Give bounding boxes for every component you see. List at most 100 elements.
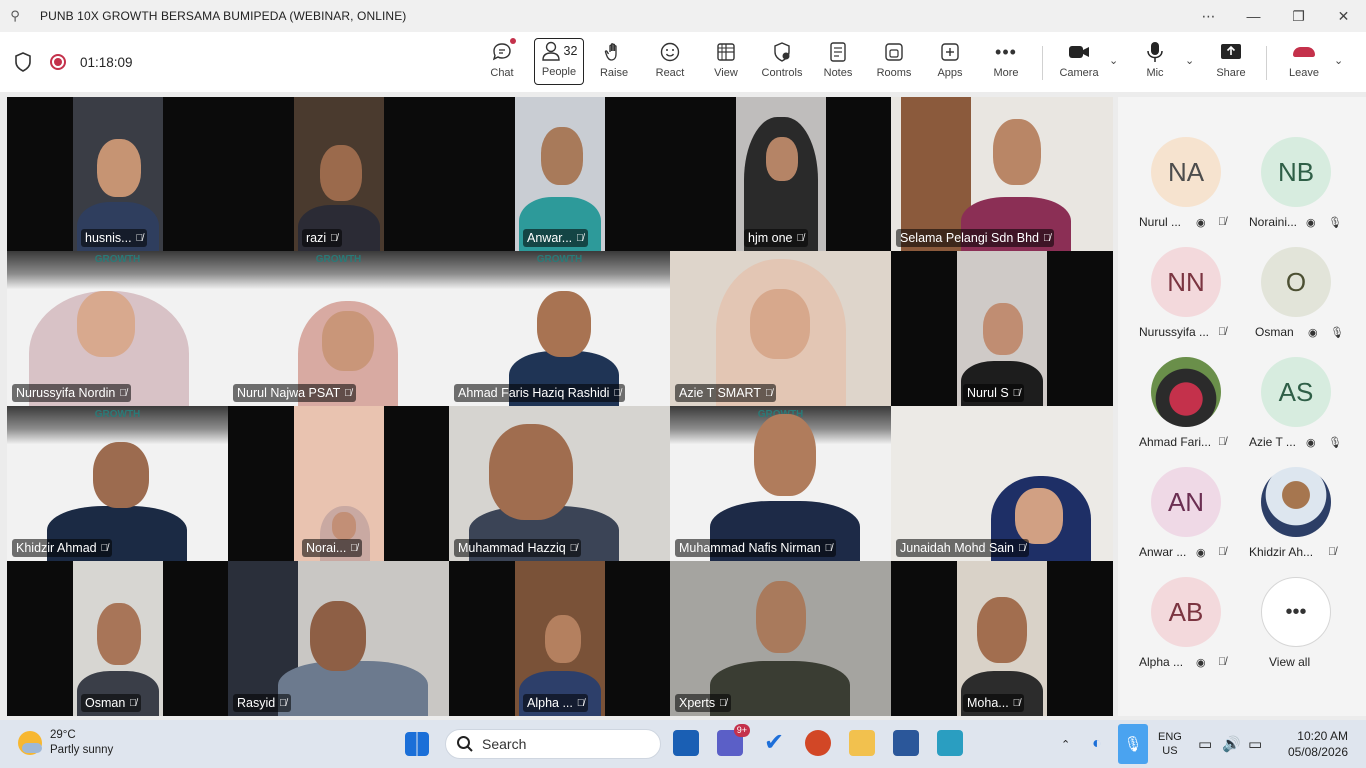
word-icon[interactable] — [893, 730, 919, 756]
video-tile[interactable]: Muhammad Hazziq 🎙̸ — [449, 406, 670, 561]
minimize-button[interactable]: — — [1231, 0, 1276, 32]
people-button[interactable]: 32 People — [534, 38, 584, 85]
notification-badge: 9+ — [733, 724, 750, 737]
share-button[interactable]: Share — [1206, 40, 1256, 86]
participant-name: Muhammad Hazziq — [458, 541, 566, 555]
view-all-button[interactable]: ••• View all — [1228, 577, 1338, 677]
video-tile[interactable]: Anwar... 🎙̸ — [449, 97, 670, 251]
video-tile[interactable]: Osman 🎙̸ — [7, 561, 228, 716]
video-tile[interactable]: Norai... 🎙̸ — [228, 406, 449, 561]
video-tile[interactable]: GROWTH Khidzir Ahmad 🎙̸ — [7, 406, 228, 561]
rooms-button[interactable]: Rooms — [869, 40, 919, 86]
todo-icon[interactable]: ✔ — [761, 730, 787, 756]
video-tile[interactable]: GROWTH Ahmad Faris Haziq Rashidi 🎙̸ — [449, 251, 670, 406]
maximize-button[interactable]: ❐ — [1276, 0, 1321, 32]
meeting-timer: 01:18:09 — [80, 54, 133, 70]
mic-off-icon: 🎙̸ — [1012, 697, 1021, 709]
participant-name: Nurul S — [967, 386, 1009, 400]
system-clock[interactable]: 10:20 AM 05/08/2026 — [1288, 728, 1348, 760]
video-tile[interactable]: razi 🎙̸ — [228, 97, 449, 251]
video-tile[interactable]: Xperts 🎙̸ — [670, 561, 891, 716]
participant-card[interactable]: Khidzir Ah... 🎙̸ — [1228, 467, 1338, 567]
more-button[interactable]: ••• More — [981, 40, 1031, 86]
show-hidden-icons[interactable]: ⌃ — [1061, 720, 1070, 768]
close-button[interactable]: ✕ — [1321, 0, 1366, 32]
chat-button[interactable]: Chat — [477, 38, 527, 86]
network-icon[interactable]: ▭ — [1198, 720, 1212, 768]
video-tile[interactable]: Junaidah Mohd Sain 🎙̸ — [891, 406, 1113, 561]
react-button[interactable]: React — [645, 40, 695, 86]
controls-button[interactable]: Controls — [757, 40, 807, 86]
video-tile[interactable]: GROWTH Muhammad Nafis Nirman🎙̸ — [670, 406, 891, 561]
outlook-icon[interactable] — [673, 730, 699, 756]
mic-icon: 🎙 — [1328, 217, 1342, 229]
video-tile[interactable]: Azie T SMART 🎙̸ — [670, 251, 891, 406]
rooms-icon — [884, 40, 904, 64]
view-button[interactable]: View — [701, 40, 751, 86]
video-tile[interactable]: Selama Pelangi Sdn Bhd 🎙̸ — [891, 97, 1113, 251]
participant-name: Rasyid — [237, 696, 276, 710]
mic-off-icon: 🎙̸ — [279, 697, 287, 709]
participant-card[interactable]: AS Azie T ... ◉ 🎙 — [1228, 357, 1342, 457]
camera-icon — [1067, 40, 1091, 64]
teams-icon[interactable]: 9+ — [717, 724, 750, 756]
people-icon — [541, 41, 560, 61]
taskbar-search[interactable]: Search — [445, 729, 661, 759]
mic-off-icon: 🎙̸ — [1218, 546, 1227, 558]
mic-off-icon: 🎙̸ — [1328, 546, 1337, 558]
mic-icon: 🎙 — [1330, 327, 1344, 339]
apps-button[interactable]: Apps — [925, 40, 975, 86]
video-tile[interactable]: GROWTH Nurussyifa Nordin 🎙̸ — [7, 251, 228, 406]
video-tile[interactable]: Nurul S 🎙̸ — [891, 251, 1113, 406]
share-icon — [1220, 40, 1242, 64]
participant-card[interactable]: NB Noraini... ◉ 🎙 — [1228, 137, 1342, 237]
participant-card[interactable]: NN Nurussyifa ... 🎙̸ — [1118, 247, 1228, 347]
participant-card[interactable]: AB Alpha ... ◉ 🎙̸ — [1118, 577, 1228, 677]
participant-name: Moha... — [967, 696, 1009, 710]
camera-off-icon: ◉ — [1306, 217, 1316, 229]
edge-icon[interactable]: ◐ — [1092, 720, 1102, 768]
participant-name: Muhammad Nafis Nirman — [679, 541, 821, 555]
mic-off-icon: 🎙̸ — [330, 232, 338, 244]
camera-options-chevron[interactable]: ⌄ — [1109, 54, 1118, 67]
more-options-icon[interactable]: ⋯ — [1186, 0, 1231, 32]
video-tile[interactable]: hjm one 🎙̸ — [670, 97, 891, 251]
mic-in-use-icon[interactable]: 🎙 — [1118, 724, 1148, 764]
participant-card[interactable]: Ahmad Fari... 🎙̸ — [1118, 357, 1228, 457]
language-indicator[interactable]: ENG US — [1158, 720, 1182, 768]
mic-off-icon: 🎙̸ — [1012, 387, 1021, 399]
camera-button[interactable]: Camera — [1054, 40, 1104, 86]
start-button[interactable] — [405, 732, 429, 756]
video-tile[interactable]: Alpha ... 🎙̸ — [449, 561, 670, 716]
powerpoint-icon[interactable] — [805, 730, 831, 756]
participant-card[interactable]: AN Anwar ... ◉ 🎙̸ — [1118, 467, 1228, 567]
video-tile[interactable]: Moha... 🎙̸ — [891, 561, 1113, 716]
raise-hand-button[interactable]: Raise — [589, 40, 639, 86]
windows-taskbar: 29°C Partly sunny Search 9+ ✔ ⌃ ◐ 🎙 ENG … — [0, 720, 1366, 768]
participant-name: Anwar... — [527, 231, 573, 245]
participant-name: Junaidah Mohd Sain — [900, 541, 1014, 555]
ellipsis-icon: ••• — [995, 41, 1017, 62]
mic-button[interactable]: Mic — [1130, 40, 1180, 86]
participant-card[interactable]: NA Nurul ... ◉ 🎙̸ — [1118, 137, 1228, 237]
video-tile[interactable]: GROWTH Nurul Najwa PSAT 🎙̸ — [228, 251, 449, 406]
volume-icon[interactable]: 🔊 — [1222, 720, 1241, 768]
participant-name: Osman — [85, 696, 126, 710]
mic-off-icon: 🎙̸ — [119, 387, 127, 399]
mic-off-icon: 🎙̸ — [576, 697, 585, 709]
participant-name: razi — [306, 231, 327, 245]
notepad-icon[interactable] — [937, 730, 963, 756]
mic-off-icon: 🎙̸ — [719, 697, 727, 709]
battery-icon[interactable]: ▭ — [1248, 720, 1262, 768]
participant-card[interactable]: O Osman ◉ 🎙 — [1228, 247, 1344, 347]
video-tile[interactable]: Rasyid 🎙̸ — [228, 561, 449, 716]
mic-options-chevron[interactable]: ⌄ — [1185, 54, 1194, 67]
video-tile[interactable]: husnis... 🎙̸ — [7, 97, 228, 251]
leave-options-chevron[interactable]: ⌄ — [1334, 54, 1343, 67]
weather-widget[interactable]: 29°C Partly sunny — [18, 728, 113, 758]
avatar: NB — [1261, 137, 1331, 207]
hand-icon — [603, 40, 625, 64]
leave-button[interactable]: Leave — [1279, 40, 1329, 86]
file-explorer-icon[interactable] — [849, 730, 875, 756]
notes-button[interactable]: Notes — [813, 40, 863, 86]
